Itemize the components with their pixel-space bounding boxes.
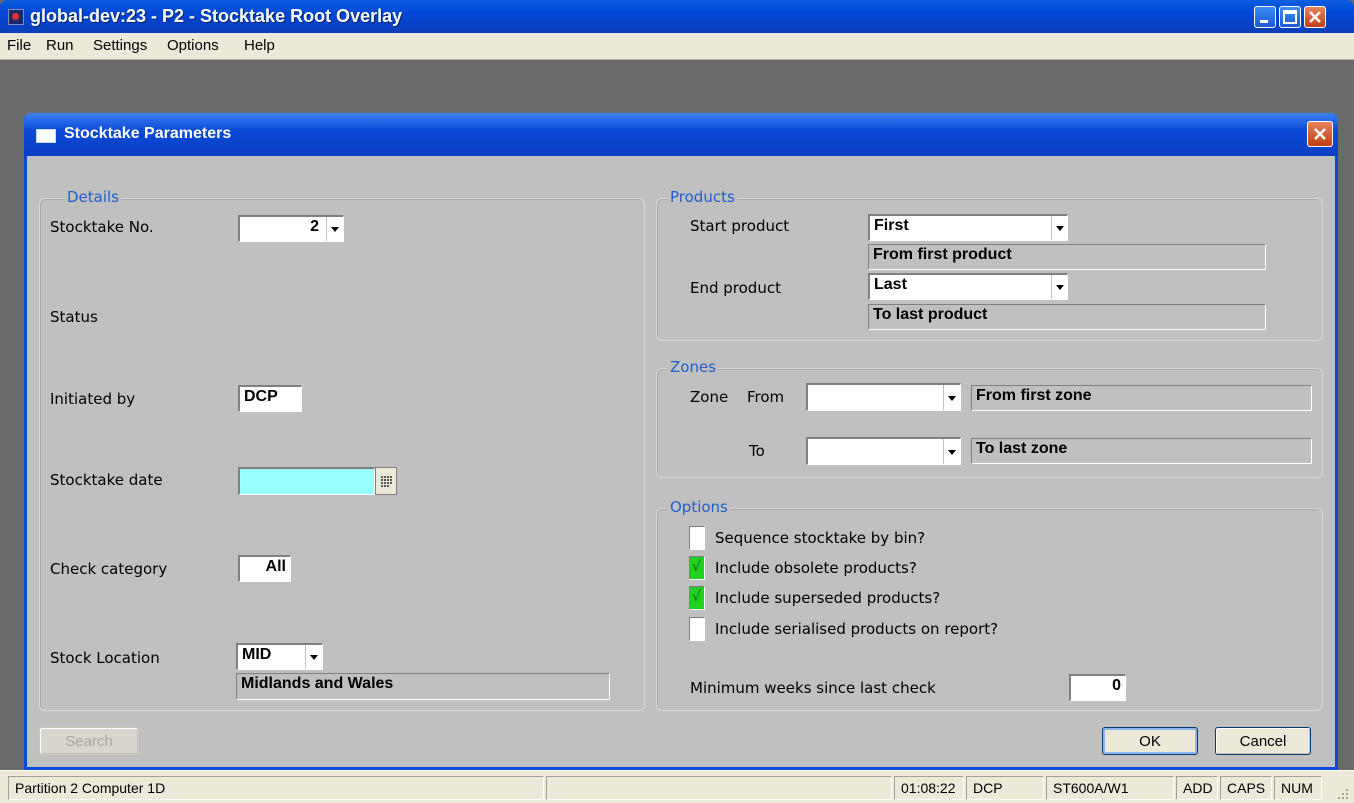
details-group-title: Details [65,188,122,206]
window-title: global-dev:23 - P2 - Stocktake Root Over… [30,6,403,26]
check-category-field[interactable]: All [238,555,291,582]
dialog-title: Stocktake Parameters [64,125,232,142]
zones-group-title: Zones [668,358,719,376]
include-obsolete-label: Include obsolete products? [715,559,917,577]
cancel-button[interactable]: Cancel [1215,727,1311,755]
dialog-titlebar[interactable]: Stocktake Parameters [24,113,1338,156]
status-program: ST600A/W1 [1046,776,1174,800]
end-product-description: To last product [868,304,1266,330]
maximize-icon [1283,10,1297,24]
sequence-by-bin-label: Sequence stocktake by bin? [715,529,926,547]
dialog-close-button[interactable] [1307,121,1333,147]
include-superseded-checkbox[interactable] [689,586,705,610]
zone-to-dropdown-icon[interactable] [943,439,960,464]
status-add: ADD [1176,776,1218,800]
dialog-window-icon [36,129,56,143]
initiated-by-field[interactable]: DCP [238,385,302,412]
window-titlebar[interactable]: global-dev:23 - P2 - Stocktake Root Over… [0,0,1354,33]
zone-from-description: From first zone [971,385,1312,411]
include-obsolete-checkbox[interactable] [689,556,705,580]
close-button[interactable] [1304,6,1326,28]
status-empty [546,776,892,800]
status-num: NUM [1274,776,1322,800]
include-serialised-label: Include serialised products on report? [715,620,999,638]
close-icon [1314,128,1326,140]
minimize-button[interactable] [1254,6,1276,28]
search-button[interactable]: Search [39,727,139,755]
maximize-button[interactable] [1279,6,1301,28]
menu-help[interactable]: Help [244,37,275,54]
zone-to-select[interactable] [806,437,961,465]
products-group-title: Products [668,188,737,206]
end-product-dropdown-icon[interactable] [1051,275,1068,299]
menu-bar: File Run Settings Options Help [0,33,1354,60]
sequence-by-bin-checkbox[interactable] [689,526,705,550]
calendar-button[interactable] [375,467,397,495]
calendar-icon [381,476,392,487]
zone-to-description: To last zone [971,438,1312,464]
zone-label: Zone [690,388,729,406]
stocktake-no-label: Stocktake No. [50,218,154,236]
status-partition: Partition 2 Computer 1D [8,776,544,800]
zone-from-dropdown-icon[interactable] [943,385,960,410]
include-superseded-label: Include superseded products? [715,589,941,607]
status-bar: Partition 2 Computer 1D 01:08:22 DCP ST6… [0,770,1354,803]
zone-to-label: To [749,442,765,460]
minimize-icon [1260,20,1268,23]
menu-run[interactable]: Run [46,37,74,54]
start-product-description: From first product [868,244,1266,270]
app-icon[interactable] [8,9,24,25]
min-weeks-field[interactable]: 0 [1069,674,1126,701]
min-weeks-label: Minimum weeks since last check [690,679,936,697]
stocktake-date-label: Stocktake date [50,471,163,489]
status-user: DCP [966,776,1044,800]
start-product-dropdown-icon[interactable] [1051,216,1068,240]
start-product-label: Start product [690,217,790,235]
details-group [39,198,645,711]
stock-location-dropdown-icon[interactable] [305,645,322,669]
stock-location-label: Stock Location [50,649,160,667]
stock-location-description: Midlands and Wales [236,673,610,700]
menu-options[interactable]: Options [167,37,219,54]
stocktake-no-dropdown-icon[interactable] [326,217,343,241]
include-serialised-checkbox[interactable] [689,617,705,641]
stocktake-date-input[interactable] [238,467,375,495]
status-label: Status [50,308,98,326]
status-caps: CAPS [1220,776,1272,800]
stocktake-parameters-dialog: Stocktake Parameters Details Stocktake N… [24,113,1338,770]
start-product-select[interactable]: First [868,214,1068,241]
ok-button[interactable]: OK [1102,727,1198,755]
initiated-by-label: Initiated by [50,390,136,408]
resize-grip-icon[interactable] [1334,785,1350,801]
zone-from-select[interactable] [806,383,961,411]
options-group-title: Options [668,498,730,516]
status-time: 01:08:22 [894,776,964,800]
menu-settings[interactable]: Settings [93,37,147,54]
end-product-select[interactable]: Last [868,273,1068,300]
close-icon [1309,11,1321,23]
zone-from-label: From [747,388,785,406]
end-product-label: End product [690,279,781,297]
check-category-label: Check category [50,560,168,578]
menu-file[interactable]: File [7,37,31,54]
